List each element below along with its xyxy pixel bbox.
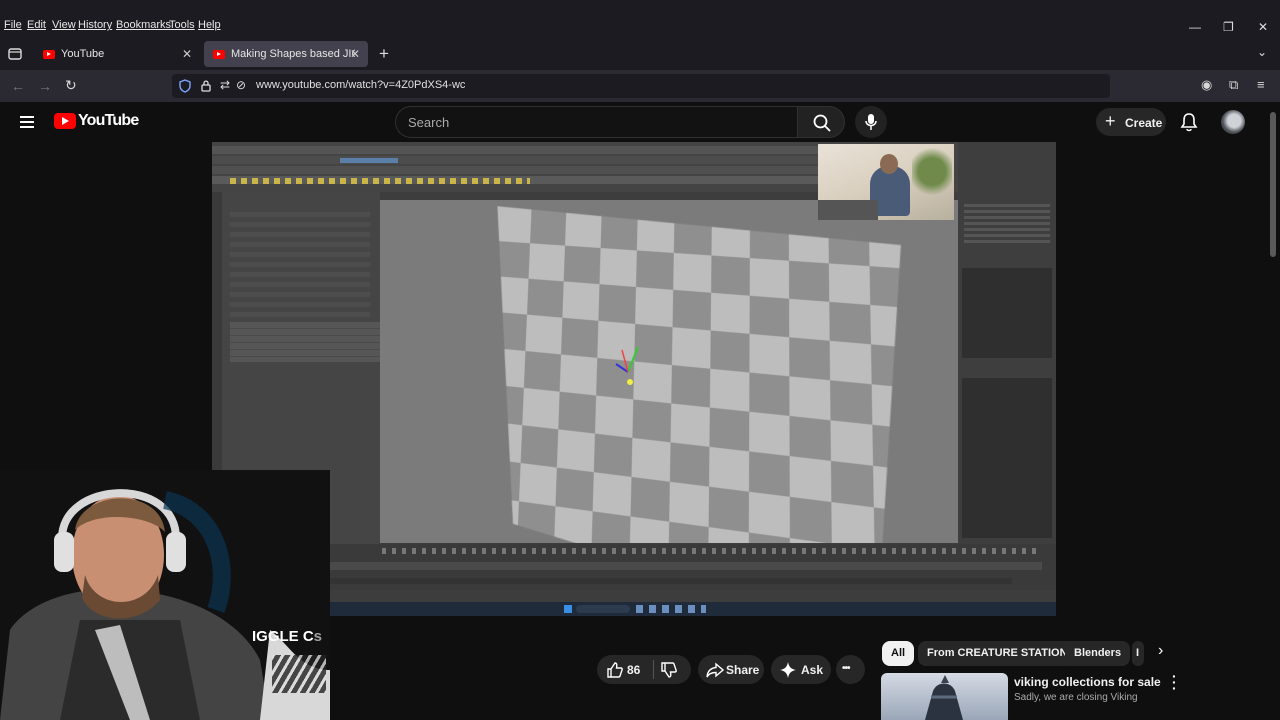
- recommendation-description: Sadly, we are closing Viking: [1014, 692, 1138, 703]
- tab-list-icon[interactable]: [8, 48, 22, 60]
- menu-view[interactable]: View: [52, 19, 76, 31]
- permissions-icon[interactable]: ⇄: [220, 78, 230, 92]
- tab-youtube[interactable]: YouTube ✕: [34, 41, 200, 67]
- avatar[interactable]: [1221, 110, 1245, 134]
- account-icon[interactable]: ◉: [1201, 78, 1212, 92]
- video-title: IGGLE Cs: [252, 628, 322, 645]
- notifications-bell-icon[interactable]: [1180, 112, 1198, 132]
- create-label: Create: [1125, 116, 1163, 130]
- minimize-icon[interactable]: —: [1189, 20, 1201, 34]
- tab-video[interactable]: Making Shapes based JIGGLE C ✕: [204, 41, 368, 67]
- chevron-down-icon[interactable]: ⌄: [1257, 45, 1267, 59]
- maya-channel-box: [958, 142, 1056, 544]
- menu-help[interactable]: Help: [198, 19, 221, 31]
- ask-button[interactable]: Ask: [771, 655, 831, 684]
- webcam-overlay: [818, 144, 954, 220]
- like-icon[interactable]: [607, 662, 623, 678]
- search-button[interactable]: [797, 106, 845, 138]
- menu-file[interactable]: File: [4, 19, 22, 31]
- more-icon: •••: [842, 663, 850, 674]
- youtube-logo-text[interactable]: YouTube: [78, 112, 139, 130]
- chip-from-creature-station[interactable]: From CREATURE STATION: [918, 641, 1077, 666]
- sparkle-icon: [780, 662, 796, 678]
- menu-bookmarks[interactable]: Bookmarks: [116, 19, 171, 31]
- windows-taskbar: [212, 602, 1056, 616]
- search-placeholder: Search: [408, 115, 450, 130]
- forward-icon[interactable]: →: [38, 79, 52, 93]
- create-button[interactable]: + Create: [1096, 108, 1166, 136]
- search-icon: [813, 114, 831, 132]
- voice-search-button[interactable]: [855, 106, 887, 138]
- menu-history[interactable]: History: [78, 19, 112, 31]
- channel-avatar[interactable]: [272, 655, 326, 693]
- tab-close-icon[interactable]: ✕: [350, 47, 360, 61]
- back-icon[interactable]: ←: [11, 79, 25, 93]
- maya-timeline: [212, 544, 1056, 590]
- tab-strip: YouTube ✕ Making Shapes based JIGGLE C ✕…: [0, 38, 1280, 70]
- new-tab-button[interactable]: +: [379, 44, 389, 64]
- share-button[interactable]: Share: [698, 655, 764, 684]
- recommendation-title[interactable]: viking collections for sale: [1014, 675, 1161, 689]
- restore-icon[interactable]: ❐: [1223, 20, 1234, 34]
- guide-menu-icon[interactable]: [20, 113, 34, 131]
- tab-title: YouTube: [61, 48, 105, 60]
- ask-label: Ask: [801, 663, 824, 677]
- extensions-icon[interactable]: ⧉: [1229, 78, 1238, 92]
- video-player[interactable]: [212, 142, 1056, 616]
- tab-title: Making Shapes based JIGGLE C: [231, 48, 355, 60]
- chevron-right-icon[interactable]: ›: [1158, 642, 1163, 660]
- youtube-favicon-icon: [43, 49, 55, 59]
- like-dislike-group: 86: [597, 655, 691, 684]
- autoplay-blocked-icon[interactable]: ⊘: [236, 78, 246, 92]
- recommendation-menu-icon[interactable]: · · ·: [1172, 669, 1177, 695]
- plus-icon: +: [1105, 111, 1116, 131]
- recommendation-thumbnail[interactable]: [881, 673, 1008, 720]
- shield-icon[interactable]: [179, 79, 191, 93]
- chip-all[interactable]: All: [882, 641, 915, 666]
- reload-icon[interactable]: ↻: [65, 78, 77, 92]
- maya-viewport: [380, 200, 958, 543]
- manipulator-icon: [615, 346, 639, 385]
- like-count[interactable]: 86: [627, 663, 640, 677]
- url-bar[interactable]: ⇄ ⊘ www.youtube.com/watch?v=4Z0PdXS4-wc: [172, 74, 1110, 98]
- video-title-text: IGGLE C: [252, 628, 314, 645]
- url-text[interactable]: www.youtube.com/watch?v=4Z0PdXS4-wc: [256, 79, 465, 91]
- share-icon: [706, 662, 724, 678]
- youtube-logo-icon[interactable]: [54, 113, 76, 129]
- close-window-icon[interactable]: ✕: [1258, 20, 1268, 34]
- search-input[interactable]: Search: [395, 106, 798, 138]
- tab-close-icon[interactable]: ✕: [182, 47, 192, 61]
- checker-plane: [479, 206, 910, 543]
- video-title-suffix: s: [313, 628, 323, 645]
- chip-truncated[interactable]: I: [1132, 641, 1144, 666]
- more-actions-button[interactable]: •••: [836, 655, 865, 684]
- share-label: Share: [726, 663, 760, 677]
- chip-blenders[interactable]: Blenders: [1065, 641, 1131, 666]
- lock-icon[interactable]: [201, 79, 211, 92]
- youtube-favicon-icon: [213, 49, 225, 59]
- viking-helmet-image: [925, 675, 963, 720]
- dislike-icon[interactable]: [661, 662, 677, 678]
- menu-icon[interactable]: ≡: [1257, 78, 1265, 92]
- divider: [653, 660, 654, 679]
- page-scrollbar[interactable]: [1270, 112, 1276, 257]
- menu-edit[interactable]: Edit: [27, 19, 46, 31]
- menu-tools[interactable]: Tools: [169, 19, 195, 31]
- browser-menubar: File Edit View History Bookmarks Tools H…: [0, 0, 1280, 38]
- microphone-icon: [865, 114, 877, 130]
